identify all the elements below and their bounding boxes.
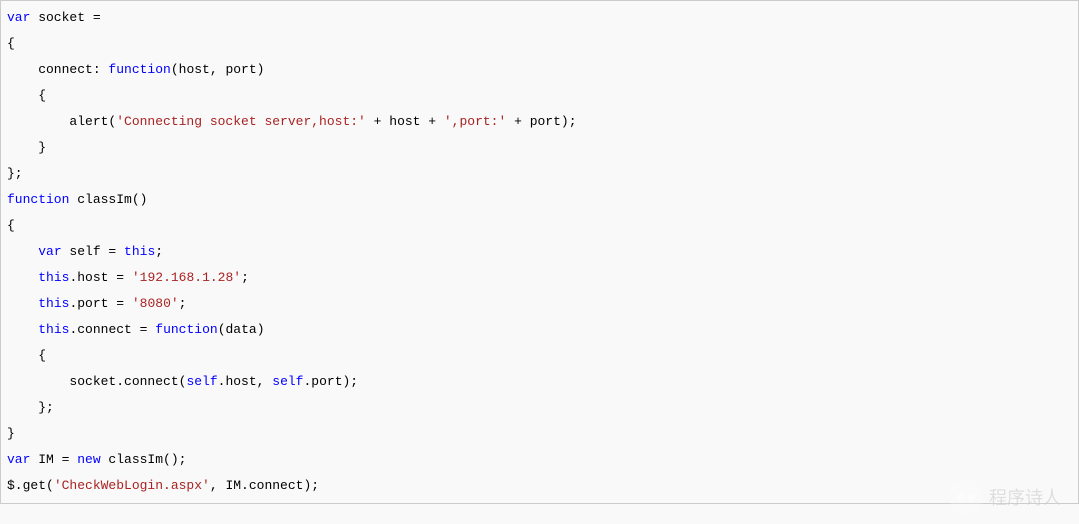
kw-new: new	[77, 452, 100, 467]
t	[7, 270, 38, 285]
t: };	[7, 400, 54, 415]
t: + host +	[366, 114, 444, 129]
t	[7, 322, 38, 337]
t	[7, 296, 38, 311]
t: connect:	[7, 62, 108, 77]
str: '192.168.1.28'	[132, 270, 241, 285]
t	[7, 244, 38, 259]
t: {	[7, 218, 15, 233]
t: self =	[62, 244, 124, 259]
watermark-text: 程序诗人	[989, 484, 1061, 510]
t: IM =	[30, 452, 77, 467]
kw-var: var	[7, 452, 30, 467]
t: .connect =	[69, 322, 155, 337]
str: 'CheckWebLogin.aspx'	[54, 478, 210, 493]
watermark: 程序诗人	[951, 482, 1061, 512]
code-block: var socket = { connect: function(host, p…	[0, 0, 1079, 504]
t: ;	[179, 296, 187, 311]
kw-var: var	[38, 244, 61, 259]
t: socket.connect(	[7, 374, 186, 389]
t: .port =	[69, 296, 131, 311]
kw-this: this	[38, 322, 69, 337]
t: (data)	[218, 322, 265, 337]
t: .host =	[69, 270, 131, 285]
str: ',port:'	[444, 114, 506, 129]
t: {	[7, 36, 15, 51]
kw-this: this	[38, 270, 69, 285]
kw-function: function	[108, 62, 170, 77]
kw-this: this	[124, 244, 155, 259]
t: (host, port)	[171, 62, 265, 77]
t: classIm()	[69, 192, 147, 207]
t: + port);	[506, 114, 576, 129]
t: alert(	[7, 114, 116, 129]
t: ;	[155, 244, 163, 259]
t: socket =	[30, 10, 100, 25]
wechat-icon	[951, 482, 981, 512]
kw-self: self	[272, 374, 303, 389]
t: .host,	[218, 374, 273, 389]
str: '8080'	[132, 296, 179, 311]
t: }	[7, 140, 46, 155]
t: ;	[241, 270, 249, 285]
t: , IM.connect);	[210, 478, 319, 493]
t: };	[7, 166, 23, 181]
t: }	[7, 426, 15, 441]
kw-function: function	[155, 322, 217, 337]
kw-self: self	[186, 374, 217, 389]
str: 'Connecting socket server,host:'	[116, 114, 366, 129]
kw-this: this	[38, 296, 69, 311]
kw-var: var	[7, 10, 30, 25]
t: classIm();	[101, 452, 187, 467]
t: .port);	[303, 374, 358, 389]
kw-function: function	[7, 192, 69, 207]
t: $.get(	[7, 478, 54, 493]
t: {	[7, 348, 46, 363]
t: {	[7, 88, 46, 103]
